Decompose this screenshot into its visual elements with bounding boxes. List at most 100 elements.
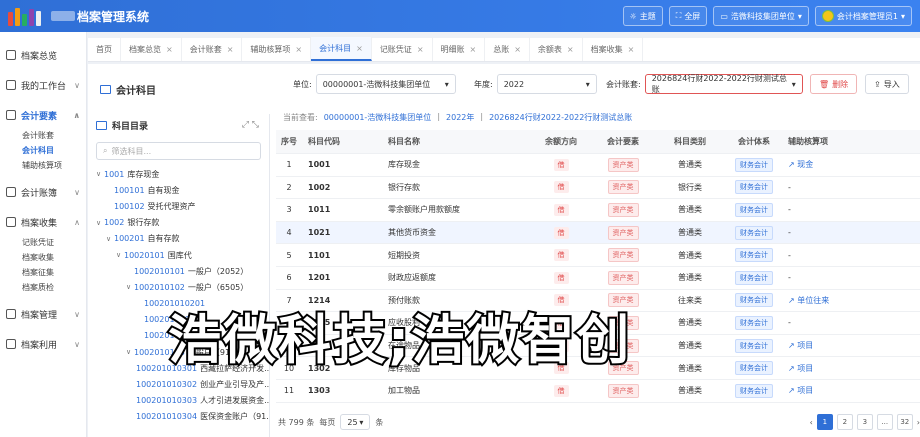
header-cell: 序号 <box>281 137 297 146</box>
tree-node[interactable]: ∨ 100201 自有存款 <box>88 231 269 247</box>
table-cell: 普通类 <box>678 205 702 215</box>
chevron-down-icon: ∨ <box>74 187 80 197</box>
tree-node[interactable]: ∨ 1001 库存现金 <box>88 166 269 182</box>
sidebar-item-5[interactable]: 档案管理 ∨ <box>0 305 86 323</box>
tab-7[interactable]: 总账 × <box>485 37 530 61</box>
table-row[interactable]: 2 1002 银行存款 借 资产类 银行类 财务会计 - <box>276 177 920 200</box>
page-...[interactable]: ... <box>876 414 893 430</box>
tree-node[interactable]: 100201010303 人才引进发展资金... <box>88 393 269 409</box>
table-cell: 1011 <box>308 205 331 215</box>
tab-2[interactable]: 会计账套 × <box>182 37 243 61</box>
tree-search-input[interactable]: ⌕ 筛选科目... <box>96 142 261 160</box>
tab-8[interactable]: 余额表 × <box>530 37 583 61</box>
table-cell: 普通类 <box>678 363 702 373</box>
user-menu[interactable]: 会计档案管理员1 ▾ <box>814 6 912 26</box>
table-cell: 5 <box>286 250 292 260</box>
aux-link[interactable]: ↗ 现金 <box>788 160 813 169</box>
table-cell: - <box>788 273 791 283</box>
tree-node-code: 1002010102 <box>134 282 185 292</box>
tab-3[interactable]: 辅助核算项 × <box>242 37 312 61</box>
sidebar-item-2[interactable]: 会计要素 ∧ <box>0 106 86 124</box>
element-tag: 资产类 <box>607 202 639 217</box>
tree-node[interactable]: 100102 受托代理资产 <box>88 198 269 214</box>
gear-icon <box>6 309 16 319</box>
close-icon[interactable]: × <box>295 45 302 54</box>
sidebar-subitem[interactable]: 档案征集 <box>0 265 86 280</box>
sidebar-subitem[interactable]: 辅助核算项 <box>0 158 86 173</box>
aux-link[interactable]: ↗ 项目 <box>788 341 813 350</box>
tab-0[interactable]: 首页 <box>88 37 121 61</box>
tree-node[interactable]: ∨ 1002 银行存款 <box>88 215 269 231</box>
table-row[interactable]: 3 1011 零余额账户用款额度 借 资产类 普通类 财务会计 - <box>276 199 920 222</box>
sidebar-item-0[interactable]: 档案总览 <box>0 46 86 64</box>
prev-page-icon[interactable]: ‹ <box>810 418 813 427</box>
book-select[interactable]: 2026824行财2022-2022行财测试总账 ▾ <box>644 74 803 94</box>
aux-link[interactable]: ↗ 项目 <box>788 386 813 395</box>
table-cell: 资产类 <box>590 383 656 398</box>
close-icon[interactable]: × <box>166 45 173 54</box>
close-icon[interactable]: × <box>628 45 635 54</box>
sidebar-item-1[interactable]: 我的工作台 ∨ <box>0 76 86 94</box>
aux-link[interactable]: ↗ 项目 <box>788 364 813 373</box>
tree-node[interactable]: 1002010101 一般户（2052） <box>88 263 269 279</box>
close-icon[interactable]: × <box>567 45 574 54</box>
table-row[interactable]: 5 1101 短期投资 借 资产类 普通类 财务会计 - <box>276 244 920 267</box>
import-button[interactable]: ⇪ 导入 <box>865 74 909 94</box>
tab-9[interactable]: 档案收集 × <box>583 37 644 61</box>
system-tag: 财务会计 <box>735 270 773 285</box>
tree-node-name: 一般户（2052） <box>187 266 249 276</box>
table-row[interactable]: 4 1021 其他货币资金 借 资产类 普通类 财务会计 - <box>276 221 920 245</box>
sidebar-subitem[interactable]: 档案质检 <box>0 280 86 295</box>
tab-bar: 首页 档案总览 × 会计账套 × 辅助核算项 × 会计科目 × 记账凭证 × 明细账 × 总账 × 余额表 × 档… <box>88 37 920 62</box>
tree-node[interactable]: ∨ 10020101 国库代 <box>88 247 269 263</box>
tree-node[interactable]: 100201010302 创业产业引导及产... <box>88 376 269 392</box>
theme-button[interactable]: ☼ 主题 <box>622 6 663 26</box>
sidebar-subitem[interactable]: 会计账套 <box>0 128 86 143</box>
pagination: 共 799 条 每页 25 ▾ 条 ‹ 1 2 3... 32 › <box>278 410 920 434</box>
tree-node[interactable]: 100201010304 医保资金账户（91... <box>88 409 269 425</box>
page-3[interactable]: 3 <box>856 414 873 430</box>
close-icon[interactable]: × <box>227 45 234 54</box>
direction-tag: 借 <box>553 384 569 397</box>
sidebar-subitem[interactable]: 记账凭证 <box>0 235 86 250</box>
close-icon[interactable]: × <box>514 45 521 54</box>
main-panel: 会计科目 单位: 00000001-浩微科技集团单位 ▾ 年度: 2022 ▾ 会计… <box>88 64 920 437</box>
sidebar-subitem[interactable]: 会计科目 <box>0 143 86 158</box>
year-select[interactable]: 2022 ▾ <box>496 74 597 94</box>
tab-1[interactable]: 档案总览 × <box>121 37 182 61</box>
page-32[interactable]: 32 <box>896 414 913 430</box>
table-cell: 1001 <box>308 160 331 170</box>
tree-node[interactable]: ∨ 1002010102 一般户（6505） <box>88 279 269 295</box>
org-selector[interactable]: ▭ 浩微科技集团单位 ▾ <box>713 6 809 26</box>
aux-link[interactable]: ↗ 单位往来 <box>788 296 829 305</box>
sidebar-item-4[interactable]: 档案收集 ∧ <box>0 213 86 231</box>
sidebar-item-label: 档案总览 <box>21 51 58 62</box>
table-row[interactable]: 6 1201 财政应返额度 借 资产类 普通类 财务会计 - <box>276 267 920 290</box>
page-2[interactable]: 2 <box>836 414 853 430</box>
table-cell: 财务会计 <box>724 180 784 195</box>
table-row[interactable]: 1 1001 库存现金 借 资产类 普通类 财务会计 ↗ 现金 <box>276 154 920 177</box>
sidebar-item-6[interactable]: 档案利用 ∨ <box>0 335 86 353</box>
per-page-select[interactable]: 25 ▾ <box>340 414 371 430</box>
tab-4[interactable]: 会计科目 × <box>311 37 372 61</box>
tab-label: 会计科目 <box>319 43 352 53</box>
table-cell: 普通类 <box>678 273 702 283</box>
close-icon[interactable]: × <box>417 45 424 54</box>
close-icon[interactable]: × <box>470 45 477 54</box>
table-row[interactable]: 11 1303 加工物品 借 资产类 普通类 财务会计 ↗ 项目 <box>276 380 920 403</box>
page-1[interactable]: 1 <box>816 414 833 430</box>
fullscreen-button[interactable]: ⛶ 全屏 <box>668 6 708 26</box>
table-cell: 加工物品 <box>388 386 420 396</box>
delete-button[interactable]: 🗑 删除 <box>810 74 858 94</box>
sidebar-subitem[interactable]: 档案收集 <box>0 250 86 265</box>
table-cell: 1 <box>286 160 292 170</box>
unit-select[interactable]: 00000001-浩微科技集团单位 ▾ <box>315 74 456 94</box>
expand-icon[interactable]: ⤢ ⤡ <box>242 120 259 130</box>
sidebar-item-3[interactable]: 会计账簿 ∨ <box>0 183 86 201</box>
table-cell: 财务会计 <box>724 315 784 330</box>
tree-node[interactable]: 100101 自有现金 <box>88 182 269 198</box>
tab-6[interactable]: 明细账 × <box>433 37 486 61</box>
tab-5[interactable]: 记账凭证 × <box>372 37 433 61</box>
table-cell: 财政应返额度 <box>388 273 436 283</box>
close-icon[interactable]: × <box>356 44 363 53</box>
